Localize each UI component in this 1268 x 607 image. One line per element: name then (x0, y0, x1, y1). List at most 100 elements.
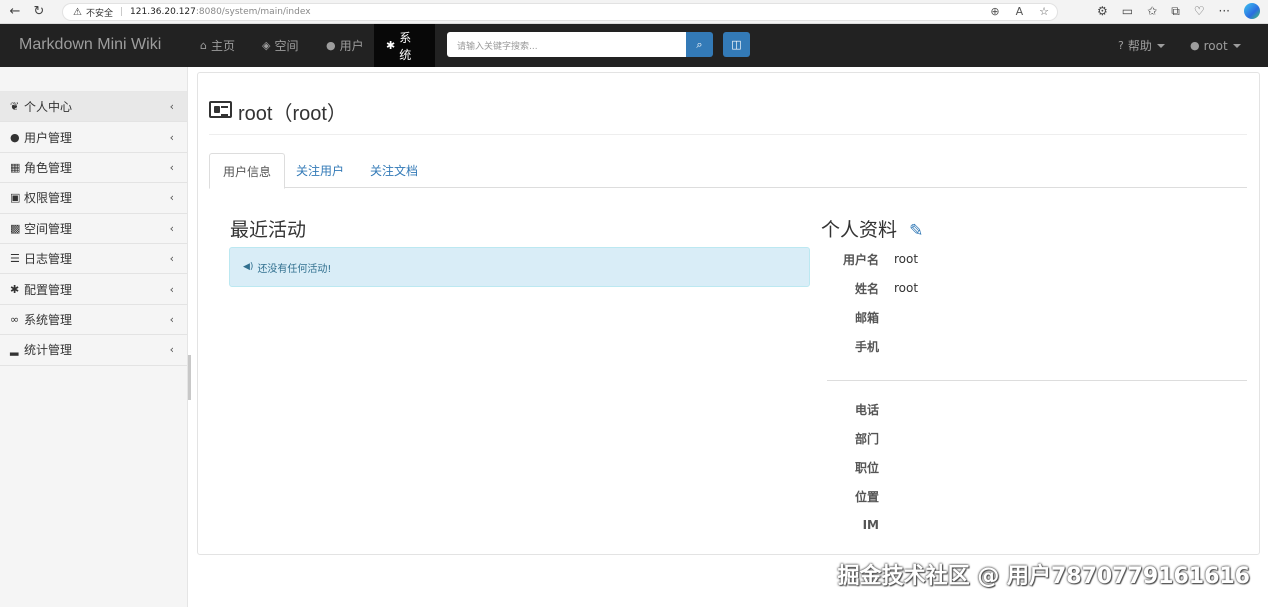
tab-user-info[interactable]: 用户信息 (209, 153, 286, 189)
nav-home-label: 主页 (210, 39, 235, 53)
watermark: 掘金技术社区 @ 用户7870779161616 (837, 564, 1250, 589)
th-large-icon: ▩ (10, 221, 21, 235)
chevron-left-icon: ‹ (169, 130, 174, 144)
activity-empty-alert: ◀) 还没有任何活动! (229, 247, 810, 287)
sidebar-item-label: 角色管理 (24, 160, 73, 175)
list-icon: ☰ (10, 252, 20, 266)
signal-icon: ▂ (10, 343, 19, 357)
split-screen-icon[interactable]: ▭ (1122, 4, 1133, 18)
sidebar-item-stats[interactable]: ▂ 统计管理 ‹ (0, 335, 187, 366)
cube-icon: ◈ (262, 39, 271, 52)
gear-icon: ✱ (10, 282, 20, 296)
nav-space-label: 空间 (274, 39, 299, 53)
favorites-icon[interactable]: ✩ (1147, 4, 1157, 18)
activity-empty-text: 还没有任何活动! (257, 263, 332, 275)
user-dropdown[interactable]: ● root (1178, 24, 1253, 67)
sidebar-item-profile[interactable]: ❦ 个人中心 ‹ (0, 92, 187, 123)
sidebar-item-system[interactable]: ∞ 系统管理 ‹ (0, 305, 187, 336)
performance-icon[interactable]: ♡ (1194, 4, 1205, 18)
profile-row: 邮箱 (821, 307, 894, 327)
browser-actions: ⚙ ▭ ✩ ⧉ ♡ ··· (1097, 3, 1260, 19)
profile-row: 电话 (821, 399, 894, 419)
nav-user-label: 用户 (339, 39, 364, 53)
profile-label: 职位 (854, 460, 879, 475)
columns-icon: ◫ (731, 38, 742, 51)
sidebar-item-label: 统计管理 (24, 343, 73, 358)
help-label: 帮助 (1127, 39, 1152, 53)
address-separator: | (119, 7, 124, 17)
zoom-icon[interactable]: ⊕ (990, 5, 999, 18)
profile-value: root (894, 252, 919, 266)
sidebar: ❦ 个人中心 ‹ ● 用户管理 ‹ ▦ 角色管理 ‹ ▣ 权限管理 ‹ ▩ 空间… (0, 67, 188, 607)
page-title: root（root） (238, 103, 347, 125)
profile-row: 职位 (821, 457, 894, 477)
copilot-icon[interactable] (1244, 3, 1260, 19)
sidebar-item-label: 日志管理 (24, 252, 73, 267)
user-icon: ● (10, 130, 20, 144)
toggle-layout-button[interactable]: ◫ (723, 32, 750, 57)
profile-label: 姓名 (854, 281, 879, 296)
profile-label: 手机 (854, 339, 879, 354)
chevron-left-icon: ‹ (169, 252, 174, 266)
profile-label: 位置 (854, 489, 879, 504)
profile-divider (827, 380, 1247, 381)
back-icon[interactable]: ← (6, 3, 24, 21)
nav-system[interactable]: ✱ 系统 (374, 24, 435, 67)
warning-icon[interactable]: ⚠ (73, 7, 82, 18)
sidebar-item-logs[interactable]: ☰ 日志管理 ‹ (0, 244, 187, 275)
collections-icon[interactable]: ⧉ (1171, 4, 1180, 19)
question-icon: ? (1118, 39, 1124, 52)
favorite-star-icon[interactable]: ☆ (1039, 5, 1049, 18)
search-button[interactable]: ⌕ (686, 32, 713, 57)
profile-row: 手机 (821, 336, 894, 356)
insecure-label: 不安全 (85, 8, 113, 19)
help-dropdown[interactable]: ? 帮助 (1106, 24, 1177, 67)
profile-label: IM (862, 518, 879, 532)
nav-user[interactable]: ● 用户 (314, 24, 376, 67)
sidebar-resize-handle[interactable] (188, 355, 191, 400)
more-icon[interactable]: ··· (1219, 4, 1230, 18)
nav-home[interactable]: ⌂ 主页 (188, 24, 247, 67)
link-icon: ∞ (10, 312, 20, 326)
sidebar-item-roles[interactable]: ▦ 角色管理 ‹ (0, 153, 187, 184)
extensions-icon[interactable]: ⚙ (1097, 4, 1108, 18)
leaf-icon: ❦ (10, 100, 20, 114)
user-icon: ● (326, 39, 336, 52)
profile-title: 个人资料 (821, 219, 898, 241)
chevron-left-icon: ‹ (169, 100, 174, 114)
nav-space[interactable]: ◈ 空间 (250, 24, 310, 67)
search-input[interactable]: 请输入关键字搜索... (447, 32, 687, 57)
sidebar-item-spaces[interactable]: ▩ 空间管理 ‹ (0, 214, 187, 244)
chevron-left-icon: ‹ (169, 221, 174, 235)
tab-followed-docs[interactable]: 关注文档 (357, 153, 431, 188)
sidebar-item-label: 权限管理 (24, 191, 73, 206)
profile-row: 用户名 root (821, 249, 918, 269)
profile-value: root (894, 281, 919, 295)
sidebar-top-spacer (0, 67, 187, 92)
grid-icon: ▦ (10, 160, 21, 174)
address-bar[interactable]: ⚠ 不安全 | 121.36.20.127 :8080/system/main/… (62, 3, 1058, 21)
profile-label: 电话 (854, 402, 879, 417)
sidebar-item-label: 个人中心 (24, 100, 73, 115)
sidebar-item-label: 系统管理 (24, 312, 73, 327)
chevron-left-icon: ‹ (169, 160, 174, 174)
chevron-left-icon: ‹ (169, 312, 174, 326)
sidebar-item-config[interactable]: ✱ 配置管理 ‹ (0, 274, 187, 305)
user-label: root (1203, 38, 1228, 53)
tab-followed-users[interactable]: 关注用户 (283, 153, 357, 188)
nav-system-label: 系统 (399, 30, 412, 62)
user-icon: ● (1190, 39, 1200, 52)
chevron-left-icon: ‹ (169, 191, 174, 205)
edit-icon[interactable]: ✎ (909, 221, 923, 241)
sidebar-item-users[interactable]: ● 用户管理 ‹ (0, 122, 187, 153)
page-header: root（root） (209, 89, 1247, 135)
sidebar-item-permissions[interactable]: ▣ 权限管理 ‹ (0, 183, 187, 214)
reload-icon[interactable]: ↻ (30, 3, 48, 21)
chevron-left-icon: ‹ (169, 343, 174, 357)
volume-icon: ◀) (243, 262, 254, 272)
sidebar-item-label: 用户管理 (24, 130, 73, 145)
brand-logo[interactable]: Markdown Mini Wiki (19, 36, 161, 54)
top-navbar: Markdown Mini Wiki ⌂ 主页 ◈ 空间 ● 用户 ✱ 系统 请… (0, 24, 1268, 67)
sidebar-item-label: 空间管理 (24, 221, 73, 236)
read-aloud-icon[interactable]: A (1016, 5, 1024, 18)
